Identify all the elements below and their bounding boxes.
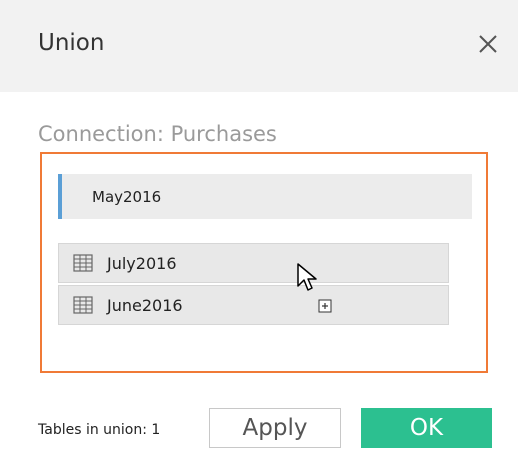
table-icon [73, 254, 93, 276]
mouse-cursor-icon [296, 262, 318, 298]
dragged-table-item[interactable]: June2016 [58, 285, 449, 325]
dialog-title: Union [38, 30, 105, 56]
union-table-label: May2016 [92, 188, 162, 206]
union-dialog: Union Connection: Purchases May2016 July… [0, 0, 518, 476]
dragged-table-item[interactable]: July2016 [58, 243, 449, 283]
close-button[interactable] [470, 26, 506, 62]
drag-add-icon [318, 298, 332, 317]
close-icon [479, 35, 497, 53]
connection-label: Connection: Purchases [38, 122, 277, 146]
table-icon [73, 296, 93, 318]
tables-in-union-count: Tables in union: 1 [38, 422, 161, 438]
dragged-table-label: June2016 [107, 296, 183, 315]
ok-button[interactable]: OK [361, 408, 492, 448]
dragged-table-label: July2016 [107, 254, 177, 273]
dialog-header: Union [0, 0, 518, 92]
union-table-item[interactable]: May2016 [58, 174, 472, 219]
apply-button[interactable]: Apply [209, 408, 341, 448]
